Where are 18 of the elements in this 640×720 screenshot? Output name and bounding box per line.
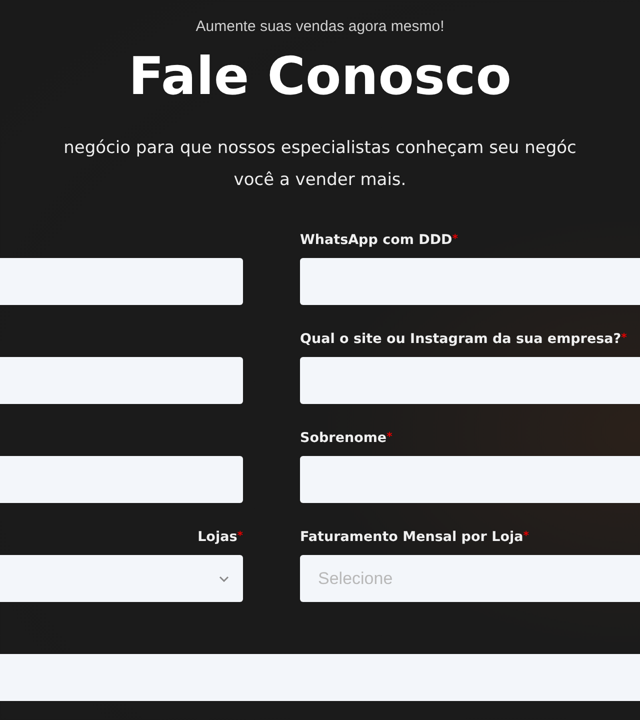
eyebrow-text: Aumente suas vendas agora mesmo! <box>196 18 444 35</box>
select-field[interactable] <box>0 555 243 602</box>
description-text: negócio para que nossos especialistas conheçam seu negóc você a vender mais. <box>62 137 578 192</box>
input-field[interactable] <box>300 258 640 306</box>
input-field[interactable] <box>0 357 243 404</box>
field-label: Faturamento Mensal por Loja* <box>300 529 529 546</box>
input-field[interactable] <box>0 456 243 504</box>
select-field[interactable]: Selecione <box>300 555 640 602</box>
input-field[interactable] <box>300 357 640 404</box>
field-label: WhatsApp com DDD* <box>300 232 458 248</box>
field-label: Qual o site ou Instagram da sua empresa?* <box>300 331 627 348</box>
field-label: Lojas* <box>198 529 243 546</box>
input-field[interactable] <box>0 258 243 306</box>
chevron-down-icon <box>219 576 229 582</box>
input-field[interactable] <box>300 456 640 504</box>
field-label: Sobrenome* <box>300 430 392 446</box>
page-title: Fale Conosco <box>128 49 512 106</box>
input-field[interactable] <box>0 654 640 702</box>
